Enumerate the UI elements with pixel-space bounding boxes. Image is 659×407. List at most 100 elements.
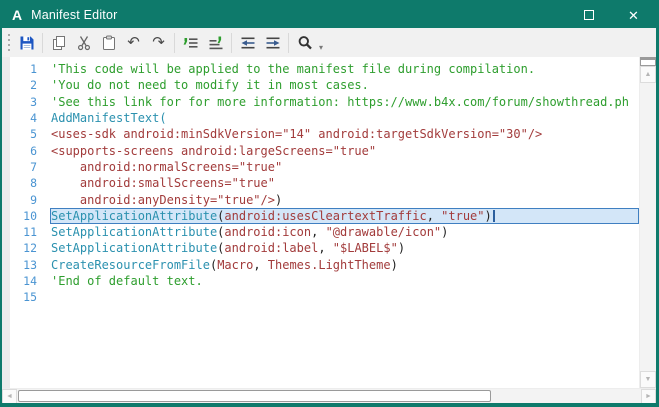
toolbar: ↶ ↷ ▾ <box>2 28 656 57</box>
code-line[interactable]: 10 SetApplicationAttribute(android:usesCl… <box>10 207 639 224</box>
code-text[interactable]: 'See this link for for more information:… <box>50 94 639 110</box>
code-text[interactable]: 'End of default text. <box>50 273 639 289</box>
code-token: ) <box>397 241 406 256</box>
code-token: android:usesCleartextTraffic <box>224 208 427 223</box>
horizontal-scrollbar[interactable]: ◄ ► <box>2 388 656 403</box>
code-token: AddManifestText( <box>51 111 167 126</box>
paste-icon <box>102 35 115 50</box>
close-button[interactable]: ✕ <box>611 2 656 28</box>
scroll-right-button[interactable]: ► <box>641 388 656 403</box>
code-text[interactable]: SetApplicationAttribute(android:label, "… <box>50 240 639 256</box>
toolbar-separator <box>174 32 175 53</box>
code-text[interactable]: <uses-sdk android:minSdkVersion="14" and… <box>50 126 639 142</box>
code-token: , <box>253 257 268 272</box>
code-text[interactable]: AddManifestText( <box>50 110 639 126</box>
code-text[interactable]: SetApplicationAttribute(android:usesClea… <box>50 207 639 224</box>
code-token: , <box>426 208 442 223</box>
line-number: 13 <box>23 257 37 272</box>
horizontal-scroll-thumb[interactable] <box>18 389 491 402</box>
scroll-up-button[interactable]: ▲ <box>640 66 656 83</box>
code-token: CreateResourceFromFile <box>51 257 210 272</box>
code-token: , <box>318 241 333 256</box>
cut-button[interactable] <box>71 31 96 55</box>
code-text[interactable]: android:smallScreens="true" <box>50 175 639 191</box>
window-title: Manifest Editor <box>31 8 118 22</box>
code-token: android:smallScreens="true" <box>51 176 275 191</box>
redo-icon: ↷ <box>152 34 165 51</box>
code-line[interactable]: 15 <box>10 289 639 305</box>
line-number: 10 <box>23 208 37 223</box>
code-line[interactable]: 7 android:normalScreens="true" <box>10 159 639 175</box>
code-text[interactable]: <supports-screens android:largeScreens="… <box>50 142 639 158</box>
code-token: ( <box>217 225 225 240</box>
outdent-icon <box>241 37 254 48</box>
horizontal-scroll-track[interactable] <box>17 389 641 404</box>
scroll-down-button[interactable]: ▼ <box>640 371 656 388</box>
code-token: 'End of default text. <box>51 274 203 288</box>
code-line[interactable]: 11 SetApplicationAttribute(android:icon, … <box>10 224 639 240</box>
vertical-scroll-track[interactable] <box>640 83 656 371</box>
code-text[interactable]: android:normalScreens="true" <box>50 159 639 175</box>
comment-icon <box>183 37 197 48</box>
scroll-down-icon: ▼ <box>644 376 652 383</box>
line-number: 9 <box>30 192 37 207</box>
outdent-button[interactable] <box>235 31 260 55</box>
code-text[interactable]: CreateResourceFromFile(Macro, Themes.Lig… <box>50 257 639 273</box>
code-line[interactable]: 2 'You do not need to modify it in most c… <box>10 77 639 93</box>
cut-icon <box>77 35 90 50</box>
titlebar: A Manifest Editor ✕ <box>2 2 656 28</box>
code-token: 'You do not need to modify it in most ca… <box>51 78 369 93</box>
code-token: SetApplicationAttribute <box>51 241 218 256</box>
uncomment-button[interactable] <box>203 31 228 55</box>
undo-button[interactable]: ↶ <box>121 31 146 55</box>
indent-button[interactable] <box>260 31 285 55</box>
code-line[interactable]: 13 CreateResourceFromFile(Macro, Themes.L… <box>10 257 639 273</box>
paste-button[interactable] <box>96 31 121 55</box>
vertical-scrollbar[interactable]: ▲ ▼ <box>639 57 656 388</box>
toolbar-overflow-icon[interactable]: ▾ <box>319 43 323 57</box>
code-line[interactable]: 1 'This code will be applied to the manif… <box>10 61 639 77</box>
redo-button[interactable]: ↷ <box>146 31 171 55</box>
code-text[interactable]: android:anyDensity="true"/>) <box>50 191 639 207</box>
code-token: ) <box>274 192 283 207</box>
code-token: ( <box>209 257 218 272</box>
code-text[interactable]: SetApplicationAttribute(android:icon, "@… <box>50 224 639 240</box>
code-token: android:icon <box>224 225 312 240</box>
code-editor[interactable]: 1 'This code will be applied to the manif… <box>10 57 639 388</box>
code-line[interactable]: 9 android:anyDensity="true"/>) <box>10 191 639 207</box>
uncomment-icon <box>209 36 222 49</box>
undo-icon: ↶ <box>127 34 140 51</box>
code-token: SetApplicationAttribute <box>51 208 218 223</box>
line-number: 12 <box>23 241 37 256</box>
code-token: ( <box>217 241 225 256</box>
line-number: 5 <box>30 127 37 142</box>
comment-button[interactable] <box>178 31 203 55</box>
code-line[interactable]: 14 'End of default text. <box>10 273 639 289</box>
editor-region: 1 'This code will be applied to the manif… <box>2 57 656 388</box>
line-number: 4 <box>30 111 37 126</box>
code-token: ) <box>390 257 398 272</box>
code-line[interactable]: 8 android:smallScreens="true" <box>10 175 639 191</box>
line-number: 6 <box>30 143 37 158</box>
code-token: "@drawable/icon" <box>325 225 442 240</box>
close-icon: ✕ <box>628 7 639 23</box>
code-token: ( <box>217 208 225 223</box>
code-text[interactable]: 'You do not need to modify it in most ca… <box>50 77 639 93</box>
code-line[interactable]: 6 <supports-screens android:largeScreens=… <box>10 142 639 158</box>
code-line[interactable]: 5 <uses-sdk android:minSdkVersion="14" an… <box>10 126 639 142</box>
code-line[interactable]: 4 AddManifestText( <box>10 110 639 126</box>
save-button[interactable] <box>14 31 39 55</box>
line-number: 7 <box>30 159 37 174</box>
code-line[interactable]: 12 SetApplicationAttribute(android:label,… <box>10 240 639 256</box>
code-line[interactable]: 3 'See this link for for more information… <box>10 94 639 110</box>
scroll-left-button[interactable]: ◄ <box>2 388 17 403</box>
code-text[interactable] <box>50 289 639 305</box>
toolbar-grip <box>7 33 10 52</box>
search-button[interactable] <box>292 31 317 55</box>
line-number: 11 <box>23 225 37 240</box>
copy-button[interactable] <box>46 31 71 55</box>
maximize-button[interactable] <box>566 2 611 28</box>
code-text[interactable]: 'This code will be applied to the manife… <box>50 61 639 77</box>
editor-splitter-handle[interactable] <box>640 57 656 66</box>
app-logo-icon: A <box>12 7 23 23</box>
